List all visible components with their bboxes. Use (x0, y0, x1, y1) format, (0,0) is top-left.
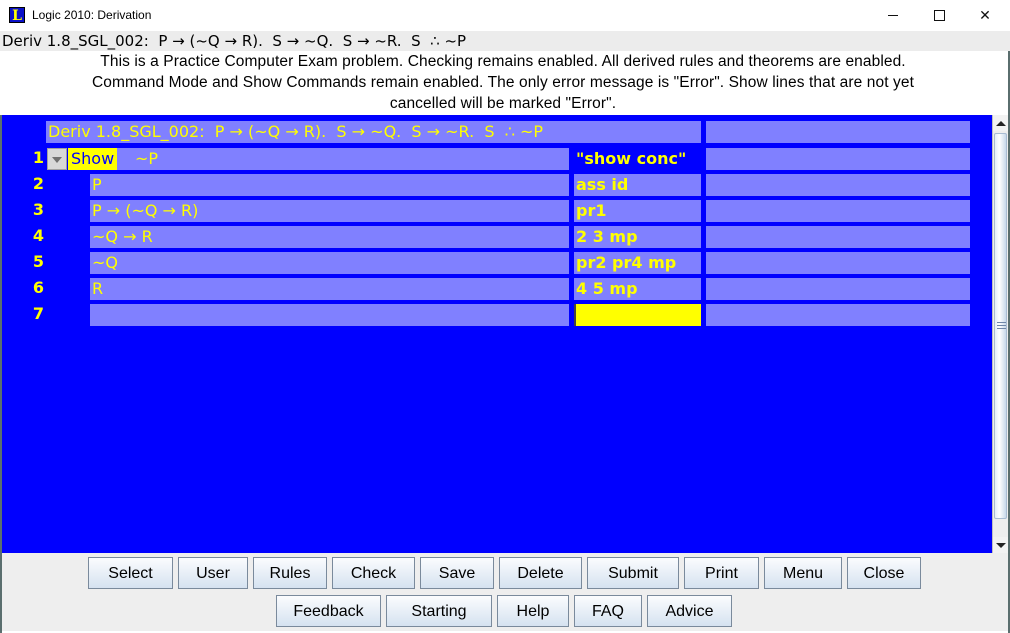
justification-cell[interactable]: 2 3 mp (574, 226, 701, 248)
justification-cell[interactable]: "show conc" (574, 148, 701, 170)
grip-icon (997, 325, 1006, 326)
problem-bar: Deriv 1.8_SGL_002: P → (~Q → R). S → ~Q.… (0, 31, 1010, 51)
instructions-line: cancelled will be marked "Error". (389, 95, 617, 112)
formula-cell[interactable]: ~Q (90, 252, 569, 274)
justification-input-active[interactable] (574, 304, 701, 326)
line-number: 4 (32, 226, 44, 245)
check-button[interactable]: Check (332, 557, 415, 589)
derivation-header: Deriv 1.8_SGL_002: P → (~Q → R). S → ~Q.… (46, 121, 701, 143)
app-logo-icon: L (9, 7, 25, 24)
minimize-icon (888, 15, 898, 16)
formula-cell[interactable]: P → (~Q → R) (90, 200, 569, 222)
formula-cell[interactable]: ~P (68, 148, 569, 170)
arrow-up-icon (995, 120, 1006, 126)
select-button[interactable]: Select (88, 557, 173, 589)
grip-icon (997, 328, 1006, 329)
line-number: 3 (32, 200, 44, 219)
scrollbar-thumb[interactable] (994, 133, 1007, 519)
maximize-button[interactable] (916, 0, 962, 31)
rules-button[interactable]: Rules (253, 557, 327, 589)
user-button[interactable]: User (178, 557, 248, 589)
delete-button[interactable]: Delete (499, 557, 582, 589)
instructions-line: Command Mode and Show Commands remain en… (92, 74, 914, 91)
comment-cell[interactable] (706, 278, 970, 300)
line-number: 5 (32, 252, 44, 271)
vertical-scrollbar[interactable] (992, 115, 1008, 553)
scroll-up-button[interactable] (993, 115, 1008, 131)
formula-cell[interactable]: P (90, 174, 569, 196)
advice-button[interactable]: Advice (647, 595, 732, 627)
header-comment-cell (706, 121, 970, 143)
close-icon: ✕ (979, 7, 991, 24)
comment-cell[interactable] (706, 252, 970, 274)
show-keyword: Show (68, 148, 118, 170)
justification-cell[interactable]: 4 5 mp (574, 278, 701, 300)
line-number: 6 (32, 278, 44, 297)
print-button[interactable]: Print (684, 557, 759, 589)
submit-button[interactable]: Submit (587, 557, 679, 589)
comment-cell[interactable] (706, 226, 970, 248)
scroll-down-button[interactable] (993, 537, 1008, 553)
comment-cell[interactable] (706, 304, 970, 326)
comment-cell[interactable] (706, 174, 970, 196)
faq-button[interactable]: FAQ (574, 595, 642, 627)
button-panel: Select User Rules Check Save Delete Subm… (2, 553, 1008, 631)
close-window-button[interactable]: ✕ (962, 0, 1008, 31)
menu-button[interactable]: Menu (764, 557, 842, 589)
window-title: Logic 2010: Derivation (32, 8, 152, 22)
line-number: 7 (32, 304, 44, 323)
show-dropdown-button[interactable] (47, 148, 67, 170)
justification-cell[interactable]: ass id (574, 174, 701, 196)
starting-button[interactable]: Starting (386, 595, 492, 627)
problem-title: Deriv 1.8_SGL_002: P → (~Q → R). S → ~Q.… (2, 32, 467, 50)
comment-cell[interactable] (706, 200, 970, 222)
justification-cell[interactable]: pr2 pr4 mp (574, 252, 701, 274)
grip-icon (997, 322, 1006, 323)
save-button[interactable]: Save (420, 557, 494, 589)
title-bar: L Logic 2010: Derivation ✕ (0, 0, 1010, 31)
justification-cell[interactable]: pr1 (574, 200, 701, 222)
formula-cell[interactable] (90, 304, 569, 326)
line-number: 1 (32, 148, 44, 167)
close-button[interactable]: Close (847, 557, 921, 589)
feedback-button[interactable]: Feedback (276, 595, 381, 627)
formula-cell[interactable]: ~Q → R (90, 226, 569, 248)
arrow-down-icon (995, 542, 1006, 548)
minimize-button[interactable] (870, 0, 916, 31)
comment-cell[interactable] (706, 148, 970, 170)
maximize-icon (933, 10, 945, 21)
formula-cell[interactable]: R (90, 278, 569, 300)
instructions: This is a Practice Computer Exam problem… (0, 51, 1006, 115)
derivation-panel: Deriv 1.8_SGL_002: P → (~Q → R). S → ~Q.… (2, 115, 992, 553)
instructions-line: This is a Practice Computer Exam problem… (100, 53, 906, 70)
help-button[interactable]: Help (497, 595, 569, 627)
line-number: 2 (32, 174, 44, 193)
